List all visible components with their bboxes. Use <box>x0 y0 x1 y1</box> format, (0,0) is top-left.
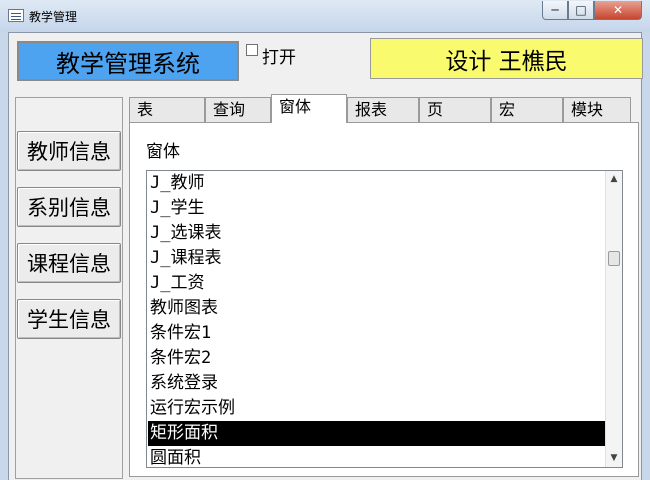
tab-reports[interactable]: 报表 <box>347 97 419 122</box>
tab-forms[interactable]: 窗体 <box>271 94 347 123</box>
list-item[interactable]: 条件宏2 <box>148 346 605 371</box>
open-checkbox[interactable] <box>246 44 258 56</box>
teacher-info-button[interactable]: 教师信息 <box>17 131 121 171</box>
panel-label: 窗体 <box>146 142 180 162</box>
tab-modules[interactable]: 模块 <box>563 97 631 122</box>
list-item[interactable]: J_学生 <box>148 196 605 221</box>
list-item[interactable]: 教师图表 <box>148 296 605 321</box>
tab-macros[interactable]: 宏 <box>491 97 563 122</box>
scroll-up-icon[interactable]: ▲ <box>606 171 622 188</box>
list-item[interactable]: 运行宏示例 <box>148 396 605 421</box>
list-item[interactable]: 圆面积 <box>148 446 605 467</box>
window-title: 教学管理 <box>29 10 78 24</box>
minimize-icon: ─ <box>551 3 559 17</box>
open-checkbox-label[interactable]: 打开 <box>262 43 296 68</box>
maximize-icon: □ <box>575 3 587 17</box>
list-item[interactable]: J_课程表 <box>148 246 605 271</box>
list-item[interactable]: 系统登录 <box>148 371 605 396</box>
object-list[interactable]: J_教师 J_学生 J_选课表 J_课程表 J_工资 教师图表 条件宏1 条件宏… <box>146 170 623 468</box>
close-icon: ✕ <box>612 3 624 17</box>
tab-panel: 窗体 J_教师 J_学生 J_选课表 J_课程表 J_工资 教师图表 条件宏1 … <box>129 122 639 477</box>
list-item[interactable]: 条件宏1 <box>148 321 605 346</box>
scroll-thumb[interactable] <box>608 251 620 266</box>
form-icon <box>8 9 24 22</box>
list-item[interactable]: J_教师 <box>148 171 605 196</box>
tab-pages[interactable]: 页 <box>419 97 491 122</box>
course-info-button[interactable]: 课程信息 <box>17 243 121 283</box>
department-info-button[interactable]: 系别信息 <box>17 187 121 227</box>
title-bar[interactable]: 教学管理 ─ □ ✕ <box>0 0 650 32</box>
designer-label: 设计 王樵民 <box>370 38 643 79</box>
maximize-button[interactable]: □ <box>568 1 594 20</box>
tab-queries[interactable]: 查询 <box>205 97 271 122</box>
close-button[interactable]: ✕ <box>594 1 642 20</box>
list-item[interactable]: J_选课表 <box>148 221 605 246</box>
left-button-panel: 教师信息 系别信息 课程信息 学生信息 <box>15 97 123 479</box>
student-info-button[interactable]: 学生信息 <box>17 299 121 339</box>
scroll-down-icon[interactable]: ▼ <box>606 450 622 467</box>
system-title-label: 教学管理系统 <box>17 41 239 81</box>
form-client-area: 教学管理系统 打开 设计 王樵民 教师信息 系别信息 课程信息 学生信息 表 查… <box>8 32 643 480</box>
list-item[interactable]: J_工资 <box>148 271 605 296</box>
list-item-selected[interactable]: 矩形面积 <box>148 421 605 446</box>
list-scrollbar[interactable]: ▲ ▼ <box>605 171 622 467</box>
minimize-button[interactable]: ─ <box>542 1 568 20</box>
object-tab-strip: 表 查询 窗体 报表 页 宏 模块 <box>129 94 639 123</box>
tab-tables[interactable]: 表 <box>129 97 205 122</box>
